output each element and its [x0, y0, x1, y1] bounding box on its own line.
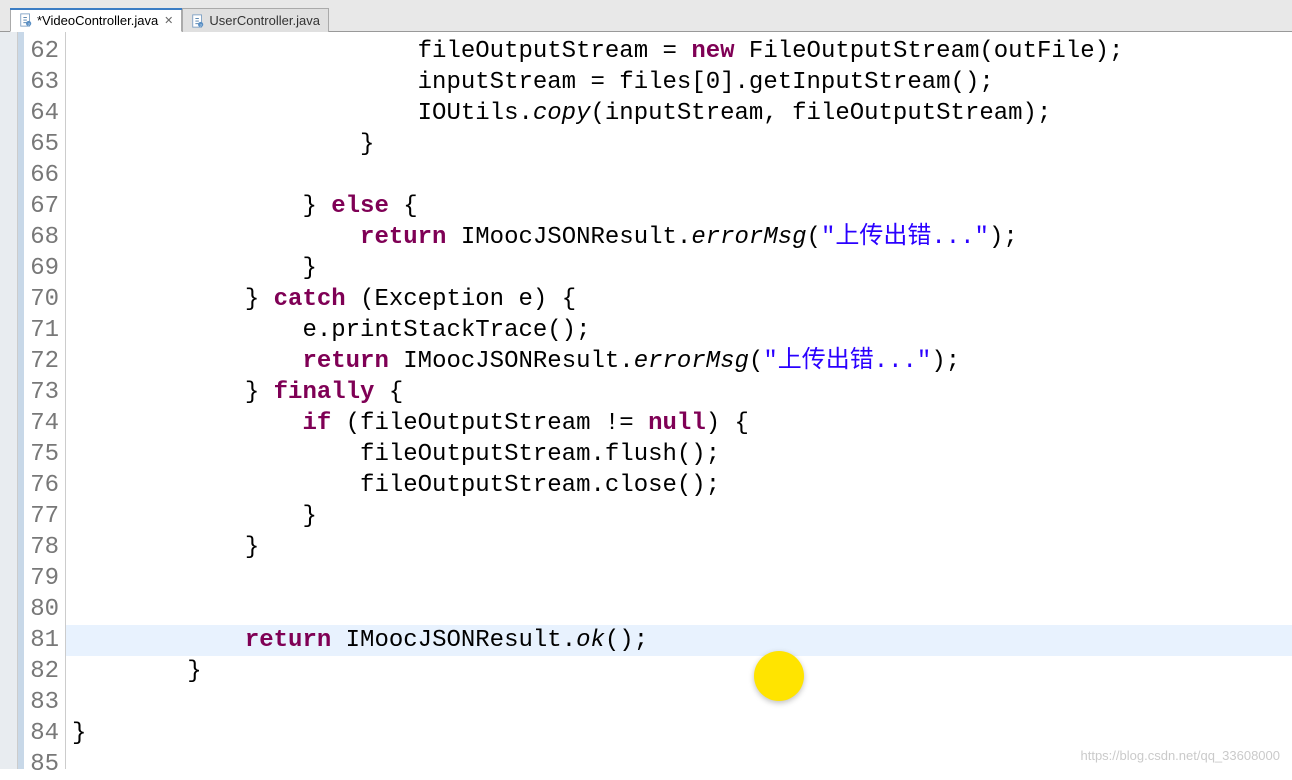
code-line[interactable]: } — [66, 129, 1292, 160]
code-line[interactable]: } else { — [66, 191, 1292, 222]
code-text: fileOutputStream.close(); — [66, 470, 720, 501]
line-number: 73 — [24, 377, 65, 408]
code-line[interactable]: return IMoocJSONResult.ok(); — [66, 625, 1292, 656]
close-icon[interactable]: ✕ — [164, 14, 173, 27]
code-line[interactable] — [66, 563, 1292, 594]
code-text: e.printStackTrace(); — [66, 315, 590, 346]
tab-video-controller[interactable]: J *VideoController.java ✕ — [10, 8, 182, 32]
cursor-highlight-dot — [754, 651, 804, 701]
editor-tab-bar: J *VideoController.java ✕ J UserControll… — [0, 0, 1292, 32]
code-text — [66, 160, 72, 191]
line-number: 68 — [24, 222, 65, 253]
line-number: 72 — [24, 346, 65, 377]
code-line[interactable]: return IMoocJSONResult.errorMsg("上传出错...… — [66, 222, 1292, 253]
line-number: 78 — [24, 532, 65, 563]
code-text: fileOutputStream.flush(); — [66, 439, 720, 470]
line-number: 85 — [24, 749, 65, 780]
code-text — [66, 594, 72, 625]
tab-label: UserController.java — [209, 13, 320, 28]
line-number: 67 — [24, 191, 65, 222]
code-text: } — [66, 532, 259, 563]
line-number: 69 — [24, 253, 65, 284]
code-line[interactable]: return IMoocJSONResult.errorMsg("上传出错...… — [66, 346, 1292, 377]
code-text-area[interactable]: fileOutputStream = new FileOutputStream(… — [66, 32, 1292, 769]
watermark-text: https://blog.csdn.net/qq_33608000 — [1081, 748, 1281, 763]
code-text: fileOutputStream = new FileOutputStream(… — [66, 36, 1123, 67]
code-text: } — [66, 656, 202, 687]
tab-label: *VideoController.java — [37, 13, 158, 28]
line-number: 64 — [24, 98, 65, 129]
code-text: } else { — [66, 191, 418, 222]
svg-text:J: J — [200, 23, 202, 27]
code-line[interactable]: } — [66, 532, 1292, 563]
code-text: return IMoocJSONResult.errorMsg("上传出错...… — [66, 346, 960, 377]
code-text — [66, 749, 72, 769]
code-line[interactable]: e.printStackTrace(); — [66, 315, 1292, 346]
line-number-gutter: 6263646566676869707172737475767778798081… — [24, 32, 66, 769]
code-line[interactable]: fileOutputStream = new FileOutputStream(… — [66, 36, 1292, 67]
line-number: 82 — [24, 656, 65, 687]
code-line[interactable]: } — [66, 718, 1292, 749]
code-text: } catch (Exception e) { — [66, 284, 576, 315]
code-text: inputStream = files[0].getInputStream(); — [66, 67, 994, 98]
line-number: 80 — [24, 594, 65, 625]
line-number: 66 — [24, 160, 65, 191]
code-text — [66, 563, 72, 594]
code-text: } — [66, 253, 317, 284]
line-number: 63 — [24, 67, 65, 98]
code-line[interactable]: fileOutputStream.flush(); — [66, 439, 1292, 470]
code-line[interactable]: } catch (Exception e) { — [66, 284, 1292, 315]
line-number: 83 — [24, 687, 65, 718]
line-number: 79 — [24, 563, 65, 594]
code-text: return IMoocJSONResult.errorMsg("上传出错...… — [66, 222, 1018, 253]
code-line[interactable]: fileOutputStream.close(); — [66, 470, 1292, 501]
tab-user-controller[interactable]: J UserController.java — [182, 8, 329, 32]
code-editor[interactable]: 6263646566676869707172737475767778798081… — [0, 32, 1292, 769]
line-number: 77 — [24, 501, 65, 532]
line-number: 71 — [24, 315, 65, 346]
code-line[interactable] — [66, 594, 1292, 625]
line-number: 70 — [24, 284, 65, 315]
code-line[interactable]: if (fileOutputStream != null) { — [66, 408, 1292, 439]
code-text: } — [66, 129, 374, 160]
code-text: if (fileOutputStream != null) { — [66, 408, 749, 439]
code-text: IOUtils.copy(inputStream, fileOutputStre… — [66, 98, 1051, 129]
line-number: 74 — [24, 408, 65, 439]
svg-text:J: J — [28, 22, 30, 26]
java-file-icon: J — [191, 14, 205, 28]
line-number: 81 — [24, 625, 65, 656]
line-number: 76 — [24, 470, 65, 501]
code-text: } — [66, 501, 317, 532]
code-line[interactable]: } — [66, 501, 1292, 532]
code-text: } finally { — [66, 377, 403, 408]
line-number: 62 — [24, 36, 65, 67]
code-line[interactable] — [66, 160, 1292, 191]
line-number: 84 — [24, 718, 65, 749]
java-file-icon: J — [19, 13, 33, 27]
code-line[interactable]: } — [66, 253, 1292, 284]
overview-ruler — [0, 32, 18, 769]
line-number: 75 — [24, 439, 65, 470]
code-text: } — [66, 718, 86, 749]
code-line[interactable]: } finally { — [66, 377, 1292, 408]
line-number: 65 — [24, 129, 65, 160]
code-text — [66, 687, 72, 718]
code-line[interactable]: } — [66, 656, 1292, 687]
code-line[interactable]: IOUtils.copy(inputStream, fileOutputStre… — [66, 98, 1292, 129]
code-line[interactable]: inputStream = files[0].getInputStream(); — [66, 67, 1292, 98]
code-text: return IMoocJSONResult.ok(); — [66, 625, 648, 656]
code-line[interactable] — [66, 687, 1292, 718]
